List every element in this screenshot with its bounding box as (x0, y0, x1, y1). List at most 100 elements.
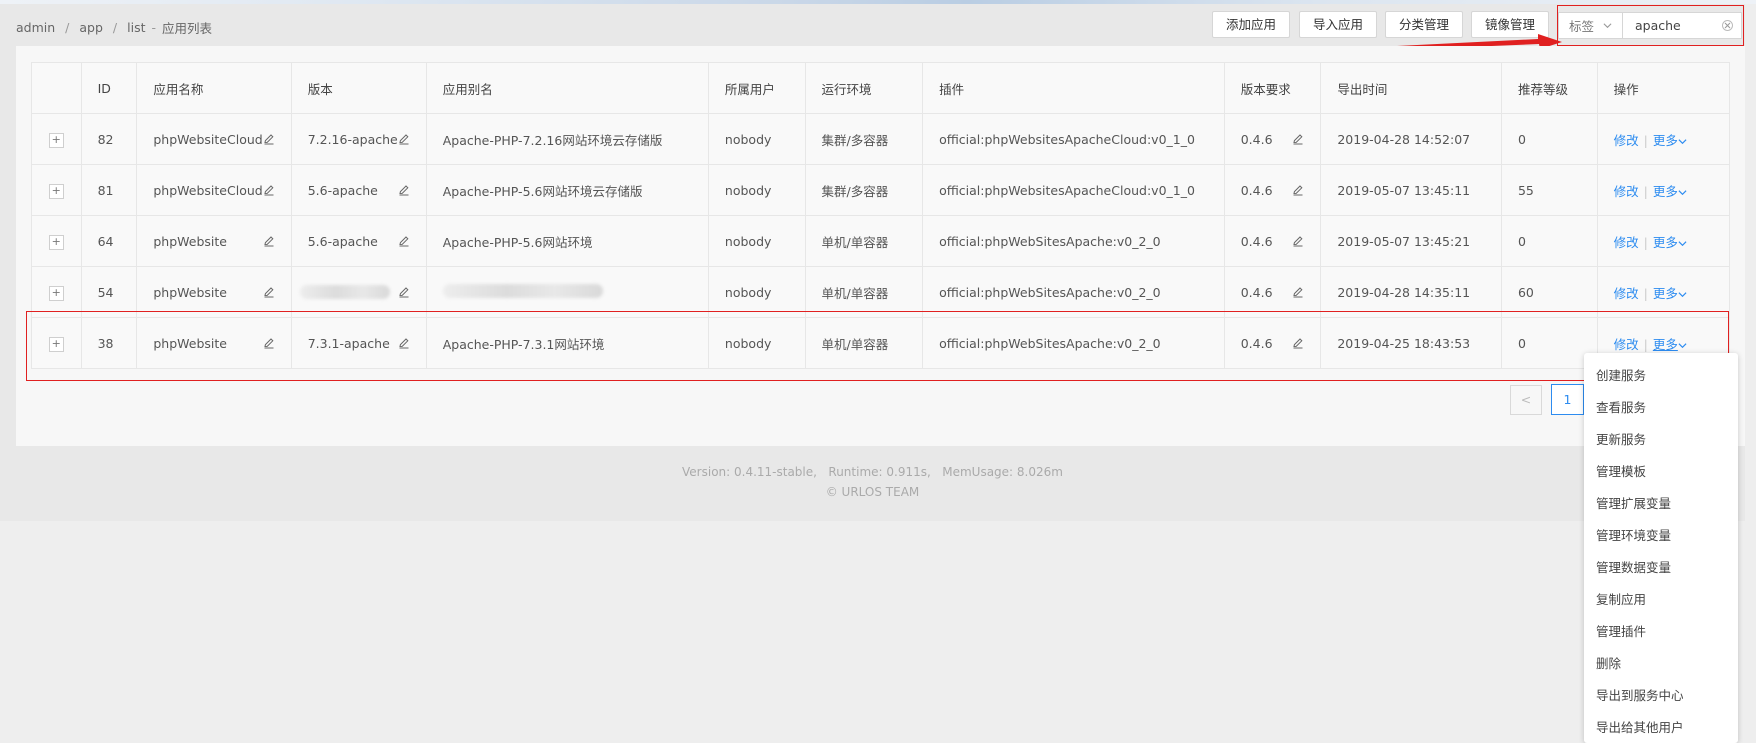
edit-link[interactable]: 修改 (1614, 184, 1639, 199)
cell-name-text: phpWebsite (153, 233, 227, 249)
chevron-down-icon (1678, 235, 1687, 250)
edit-icon[interactable] (263, 184, 275, 196)
expand-row-button[interactable]: + (48, 132, 64, 148)
edit-link[interactable]: 修改 (1614, 286, 1639, 301)
footer: Version: 0.4.11-stable, Runtime: 0.911s,… (0, 462, 1745, 502)
dropdown-item[interactable]: 删除 (1584, 648, 1738, 680)
redacted-version (299, 285, 390, 299)
edit-icon[interactable] (1292, 235, 1304, 247)
more-actions-dropdown: 创建服务 查看服务 更新服务 管理模板 管理扩展变量 管理环境变量 管理数据变量 复制应用 管理… (1584, 353, 1738, 743)
cell-name: phpWebsiteCloud (136, 113, 292, 165)
footer-copyright: © URLOS TEAM (825, 485, 920, 499)
cell-env: 集群/多容器 (804, 164, 924, 216)
cell-env: 单机/单容器 (804, 266, 924, 318)
col-header-version: 版本 (290, 62, 427, 114)
dropdown-item[interactable]: 更新服务 (1584, 424, 1738, 456)
col-header-version-req: 版本要求 (1223, 62, 1322, 114)
edit-icon[interactable] (263, 286, 275, 298)
cell-expand: + (31, 113, 82, 165)
cell-user: nobody (707, 266, 806, 318)
col-header-expand (31, 62, 82, 114)
cell-export-time: 2019-04-28 14:35:11 (1320, 266, 1502, 318)
expand-row-button[interactable]: + (48, 183, 64, 199)
action-separator: | (1643, 234, 1648, 250)
dropdown-item[interactable]: 查看服务 (1584, 392, 1738, 424)
dropdown-item[interactable]: 管理模板 (1584, 456, 1738, 488)
cell-level: 0 (1500, 215, 1598, 267)
dropdown-item[interactable]: 导出给其他用户 (1584, 712, 1738, 743)
cell-version-text: 5.6-apache (307, 233, 378, 249)
more-actions-button[interactable]: 更多 (1653, 184, 1687, 199)
breadcrumb-separator: / (65, 20, 70, 35)
table-row: +81 phpWebsiteCloud 5.6-apache Apache-PHP-5… (31, 164, 1731, 216)
dropdown-item[interactable]: 导出到服务中心 (1584, 680, 1738, 712)
chevron-down-icon (1678, 286, 1687, 301)
cell-plugin: official:phpWebsitesApacheCloud:v0_1_0 (922, 164, 1225, 216)
cell-export-time: 2019-05-07 13:45:11 (1320, 164, 1502, 216)
cell-version-req: 0.4.6 (1223, 215, 1322, 267)
breadcrumb-item-admin[interactable]: admin (16, 20, 55, 35)
cell-actions: 修改 | 更多 (1596, 113, 1731, 165)
cell-version-req: 0.4.6 (1223, 266, 1322, 318)
cell-export-time: 2019-05-07 13:45:21 (1320, 215, 1502, 267)
cell-id: 64 (80, 215, 138, 267)
dropdown-item[interactable]: 管理扩展变量 (1584, 488, 1738, 520)
dropdown-item[interactable]: 创建服务 (1584, 360, 1738, 392)
cell-actions: 修改 | 更多 (1596, 164, 1731, 216)
cell-version-req: 0.4.6 (1223, 113, 1322, 165)
edit-icon[interactable] (263, 133, 275, 145)
dropdown-item[interactable]: 复制应用 (1584, 584, 1738, 616)
edit-link[interactable]: 修改 (1614, 133, 1639, 148)
chevron-down-icon (1678, 184, 1687, 199)
pagination-prev-button[interactable]: < (1510, 385, 1542, 415)
expand-row-button[interactable]: + (48, 285, 64, 301)
col-header-name: 应用名称 (136, 62, 292, 114)
dropdown-item[interactable]: 管理数据变量 (1584, 552, 1738, 584)
action-separator: | (1643, 132, 1648, 148)
cell-alias: Apache-PHP-7.2.16网站环境云存储版 (425, 113, 709, 165)
dropdown-item[interactable]: 管理插件 (1584, 616, 1738, 648)
cell-version-text: 7.2.16-apache (307, 131, 398, 147)
cell-user: nobody (707, 164, 806, 216)
cell-name-text: phpWebsiteCloud (153, 131, 263, 147)
more-actions-button[interactable]: 更多 (1653, 286, 1687, 301)
col-header-id: ID (80, 62, 138, 114)
edit-icon[interactable] (1292, 286, 1304, 298)
cell-level: 0 (1500, 113, 1598, 165)
cell-alias: Apache-PHP-5.6网站环境 (425, 215, 709, 267)
edit-link[interactable]: 修改 (1614, 235, 1639, 250)
cell-id: 54 (80, 266, 138, 318)
redacted-alias (442, 283, 603, 298)
edit-icon[interactable] (263, 235, 275, 247)
cell-export-time: 2019-04-28 14:52:07 (1320, 113, 1502, 165)
cell-version: 5.6-apache (290, 164, 427, 216)
cell-name-text: phpWebsite (153, 284, 227, 300)
breadcrumb-item-list[interactable]: list (127, 20, 145, 35)
breadcrumb-item-app[interactable]: app (79, 20, 103, 35)
col-header-export-time: 导出时间 (1320, 62, 1502, 114)
col-header-actions: 操作 (1596, 62, 1731, 114)
page-title: 应用列表 (162, 21, 213, 36)
cell-version-req: 0.4.6 (1223, 164, 1322, 216)
edit-icon[interactable] (398, 133, 410, 145)
cell-name: phpWebsite (136, 215, 292, 267)
edit-icon[interactable] (1292, 133, 1304, 145)
edit-icon[interactable] (398, 235, 410, 247)
edit-icon[interactable] (1292, 184, 1304, 196)
breadcrumb-title-separator: - (151, 20, 157, 35)
expand-row-button[interactable]: + (48, 234, 64, 250)
cell-level: 55 (1500, 164, 1598, 216)
col-header-plugin: 插件 (922, 62, 1225, 114)
dropdown-item[interactable]: 管理环境变量 (1584, 520, 1738, 552)
cell-expand: + (31, 164, 82, 216)
pagination-page-1[interactable]: 1 (1551, 384, 1584, 415)
col-header-user: 所属用户 (707, 62, 806, 114)
breadcrumb: admin / app / list - 应用列表 (16, 18, 212, 37)
action-separator: | (1643, 285, 1648, 301)
more-actions-button[interactable]: 更多 (1653, 235, 1687, 250)
footer-version: Version: 0.4.11-stable, Runtime: 0.911s,… (682, 465, 1063, 479)
edit-icon[interactable] (398, 286, 410, 298)
col-header-alias: 应用别名 (425, 62, 709, 114)
edit-icon[interactable] (398, 184, 410, 196)
more-actions-button[interactable]: 更多 (1653, 133, 1687, 148)
